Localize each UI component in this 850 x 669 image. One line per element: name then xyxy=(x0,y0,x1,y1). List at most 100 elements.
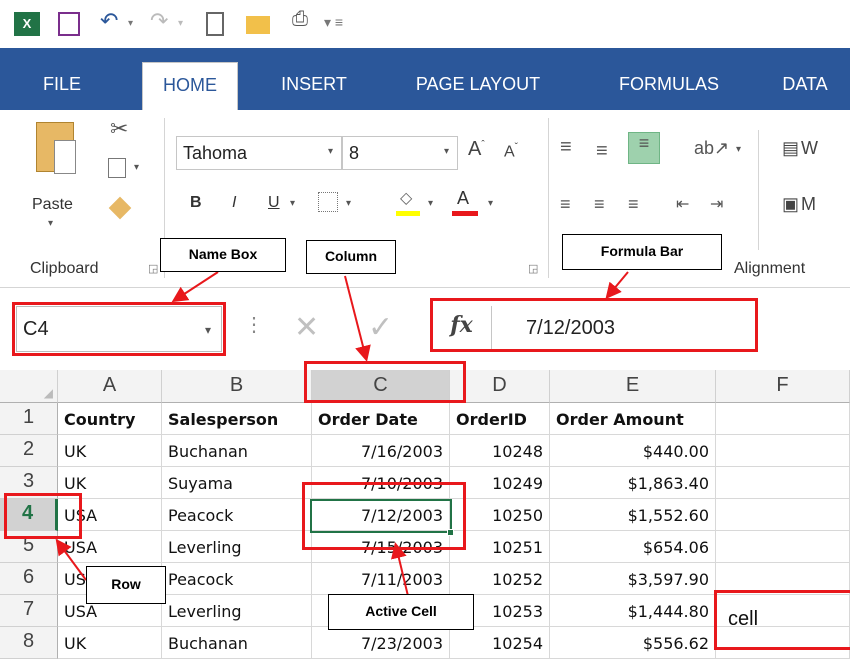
cell-b8[interactable]: Buchanan xyxy=(162,627,312,659)
excel-logo-icon: X xyxy=(14,12,40,36)
undo-icon[interactable]: ↶ xyxy=(100,8,124,33)
font-color-dropdown-icon[interactable]: ▾ xyxy=(488,198,493,209)
cell-c8[interactable]: 7/23/2003 xyxy=(312,627,450,659)
underline-button[interactable]: U xyxy=(268,194,280,212)
toolbar-more-icon[interactable]: ▾ ≡ xyxy=(324,14,364,38)
font-name-dropdown-icon: ▾ xyxy=(327,146,333,157)
row-header-1[interactable]: 1 xyxy=(0,403,58,435)
cell-d2[interactable]: 10248 xyxy=(450,435,550,467)
paste-label[interactable]: Paste xyxy=(32,196,73,214)
cell-e7[interactable]: $1,444.80 xyxy=(550,595,716,627)
cell-e6[interactable]: $3,597.90 xyxy=(550,563,716,595)
decrease-indent-icon[interactable]: ⇤ xyxy=(676,194,689,214)
open-folder-icon[interactable] xyxy=(246,16,270,34)
cell-f2[interactable] xyxy=(716,435,850,467)
column-header-e[interactable]: E xyxy=(550,370,716,403)
row-header-2[interactable]: 2 xyxy=(0,435,58,467)
format-painter-icon[interactable] xyxy=(108,196,132,220)
quick-print-icon[interactable]: ⎙ xyxy=(292,8,316,32)
cell-b4[interactable]: Peacock xyxy=(162,499,312,531)
underline-dropdown-icon[interactable]: ▾ xyxy=(290,198,295,209)
cell-f3[interactable] xyxy=(716,467,850,499)
align-left-icon[interactable]: ≡ xyxy=(560,194,571,215)
italic-button[interactable]: I xyxy=(232,194,236,212)
font-size-select[interactable]: 8 ▾ xyxy=(342,136,458,170)
row-header-7[interactable]: 7 xyxy=(0,595,58,627)
save-icon[interactable] xyxy=(58,12,80,36)
fill-color-icon[interactable]: ◇ xyxy=(396,188,422,216)
tab-formulas[interactable]: FORMULAS xyxy=(604,68,734,110)
cell-d8[interactable]: 10254 xyxy=(450,627,550,659)
cell-e4[interactable]: $1,552.60 xyxy=(550,499,716,531)
new-file-icon[interactable] xyxy=(206,12,224,36)
increase-indent-icon[interactable]: ⇥ xyxy=(710,194,723,214)
cut-icon[interactable]: ✂ xyxy=(110,116,128,142)
cell-e1[interactable]: Order Amount xyxy=(550,403,716,435)
formula-row: C4 ▾ ⋮ ✕ ✓ fx 7/12/2003 xyxy=(0,288,850,370)
cell-c6[interactable]: 7/11/2003 xyxy=(312,563,450,595)
font-name-select[interactable]: Tahoma ▾ xyxy=(176,136,342,170)
copy-icon[interactable] xyxy=(108,158,126,178)
borders-icon[interactable] xyxy=(318,192,338,212)
redo-dropdown-icon[interactable]: ▾ xyxy=(178,18,188,42)
cell-e5[interactable]: $654.06 xyxy=(550,531,716,563)
orientation-dropdown-icon[interactable]: ▾ xyxy=(736,144,741,155)
cell-a8[interactable]: UK xyxy=(58,627,162,659)
align-bottom-icon[interactable]: ≡ xyxy=(628,132,660,164)
cell-b6[interactable]: Peacock xyxy=(162,563,312,595)
cell-e3[interactable]: $1,863.40 xyxy=(550,467,716,499)
font-name-value: Tahoma xyxy=(183,143,248,163)
borders-dropdown-icon[interactable]: ▾ xyxy=(346,198,351,209)
cell-c2[interactable]: 7/16/2003 xyxy=(312,435,450,467)
cell-f4[interactable] xyxy=(716,499,850,531)
cell-d1[interactable]: OrderID xyxy=(450,403,550,435)
align-middle-icon[interactable]: ≡ xyxy=(596,140,608,163)
row-header-6[interactable]: 6 xyxy=(0,563,58,595)
cell-b7[interactable]: Leverling xyxy=(162,595,312,627)
tab-insert[interactable]: INSERT xyxy=(274,68,354,110)
undo-dropdown-icon[interactable]: ▾ xyxy=(128,18,138,42)
orientation-icon[interactable]: ab↗ xyxy=(694,138,729,159)
confirm-entry-icon[interactable]: ✓ xyxy=(368,310,393,345)
cell-e8[interactable]: $556.62 xyxy=(550,627,716,659)
column-header-f[interactable]: F xyxy=(716,370,850,403)
redo-icon[interactable]: ↷ xyxy=(150,8,174,33)
row-header-8[interactable]: 8 xyxy=(0,627,58,659)
grow-font-button[interactable]: Aˆ xyxy=(468,138,485,161)
font-color-button[interactable]: A xyxy=(452,188,478,216)
align-right-icon[interactable]: ≡ xyxy=(628,194,639,215)
tab-data[interactable]: DATA xyxy=(770,68,840,110)
cell-d6[interactable]: 10252 xyxy=(450,563,550,595)
fill-color-dropdown-icon[interactable]: ▾ xyxy=(428,198,433,209)
formula-bar-grip-icon[interactable]: ⋮ xyxy=(244,312,264,337)
cell-c1[interactable]: Order Date xyxy=(312,403,450,435)
copy-dropdown-icon[interactable]: ▾ xyxy=(134,162,139,173)
cell-a2[interactable]: UK xyxy=(58,435,162,467)
merge-center-button[interactable]: ▣ M xyxy=(782,194,816,215)
cell-f1[interactable] xyxy=(716,403,850,435)
wrap-text-button[interactable]: ▤ W xyxy=(782,138,818,159)
tab-page-layout[interactable]: PAGE LAYOUT xyxy=(388,68,568,110)
font-launcher-icon[interactable]: ◲ xyxy=(528,262,538,275)
paste-dropdown-icon[interactable]: ▾ xyxy=(48,218,53,229)
shrink-font-button[interactable]: Aˇ xyxy=(504,142,518,161)
column-header-b[interactable]: B xyxy=(162,370,312,403)
select-all-corner[interactable]: ◢ xyxy=(0,370,58,403)
tab-formulas-label: FORMULAS xyxy=(618,74,719,94)
clipboard-launcher-icon[interactable]: ◲ xyxy=(148,262,158,275)
cell-f5[interactable] xyxy=(716,531,850,563)
bold-button[interactable]: B xyxy=(190,194,202,212)
cell-b3[interactable]: Suyama xyxy=(162,467,312,499)
align-top-icon[interactable]: ≡ xyxy=(560,136,572,159)
cell-b2[interactable]: Buchanan xyxy=(162,435,312,467)
cell-b1[interactable]: Salesperson xyxy=(162,403,312,435)
tab-home[interactable]: HOME xyxy=(142,62,238,110)
tab-file[interactable]: FILE xyxy=(20,68,104,110)
align-center-icon[interactable]: ≡ xyxy=(594,194,605,215)
column-header-a[interactable]: A xyxy=(58,370,162,403)
cell-b5[interactable]: Leverling xyxy=(162,531,312,563)
cell-e2[interactable]: $440.00 xyxy=(550,435,716,467)
shrink-font-label: A xyxy=(504,143,515,161)
cancel-entry-icon[interactable]: ✕ xyxy=(294,310,319,345)
cell-a1[interactable]: Country xyxy=(58,403,162,435)
